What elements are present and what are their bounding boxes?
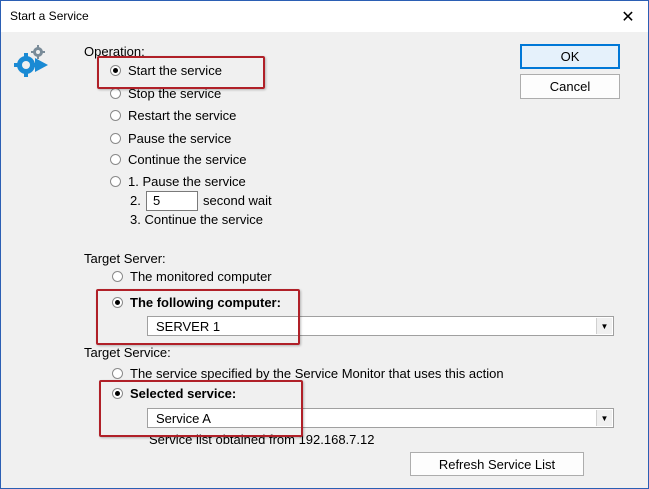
- close-icon[interactable]: ✕: [608, 1, 648, 32]
- wait-step-prefix: 2.: [130, 193, 141, 208]
- radio-service-specified[interactable]: The service specified by the Service Mon…: [112, 366, 504, 381]
- radio-button[interactable]: [110, 154, 121, 165]
- radio-button[interactable]: [110, 110, 121, 121]
- dialog-window: Start a Service ✕ Operation: Start the s…: [0, 0, 649, 489]
- radio-label: 1. Pause the service: [128, 174, 246, 189]
- window-title: Start a Service: [10, 9, 89, 23]
- wait-seconds-input[interactable]: 5: [146, 191, 198, 211]
- radio-label: The monitored computer: [130, 269, 272, 284]
- radio-button[interactable]: [110, 88, 121, 99]
- dialog-body: Operation: Start the service Stop the se…: [1, 32, 648, 488]
- radio-label: Pause the service: [128, 131, 232, 146]
- ok-button[interactable]: OK: [520, 44, 620, 69]
- highlight-box: [99, 380, 303, 437]
- radio-button[interactable]: [110, 133, 121, 144]
- radio-monitored-computer[interactable]: The monitored computer: [112, 269, 272, 284]
- service-gear-icon: [14, 45, 48, 77]
- radio-pause-service[interactable]: Pause the service: [110, 131, 231, 146]
- radio-label: The service specified by the Service Mon…: [130, 366, 504, 381]
- radio-label: Restart the service: [128, 108, 237, 123]
- refresh-service-list-button[interactable]: Refresh Service List: [410, 452, 584, 476]
- chevron-down-icon[interactable]: ▼: [596, 318, 612, 334]
- highlight-box: [96, 289, 300, 345]
- radio-button[interactable]: [112, 271, 123, 282]
- radio-restart-service[interactable]: Restart the service: [110, 108, 236, 123]
- cancel-button[interactable]: Cancel: [520, 74, 620, 99]
- highlight-box: [97, 56, 265, 89]
- title-bar: Start a Service ✕: [1, 1, 648, 32]
- radio-button[interactable]: [112, 368, 123, 379]
- chevron-down-icon[interactable]: ▼: [596, 410, 612, 426]
- wait-step-suffix: second wait: [203, 193, 272, 208]
- radio-continue-service[interactable]: Continue the service: [110, 152, 247, 167]
- target-server-heading: Target Server:: [84, 251, 166, 266]
- radio-label: Continue the service: [128, 152, 247, 167]
- target-service-heading: Target Service:: [84, 345, 171, 360]
- radio-button[interactable]: [110, 176, 121, 187]
- radio-pause-wait-continue[interactable]: 1. Pause the service: [110, 174, 246, 189]
- continue-step-label: 3. Continue the service: [130, 212, 263, 227]
